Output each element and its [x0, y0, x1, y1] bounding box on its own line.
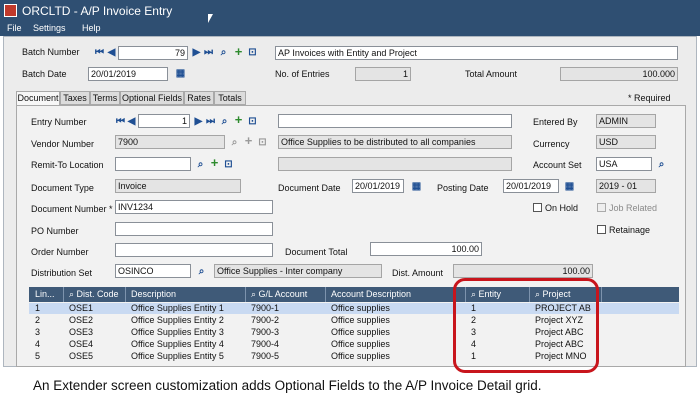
- on-hold-checkbox[interactable]: [533, 203, 542, 212]
- tab-rates[interactable]: Rates: [184, 91, 214, 105]
- on-hold-label: On Hold: [545, 203, 579, 213]
- vendor-number-label: Vendor Number: [31, 139, 95, 149]
- currency-label: Currency: [533, 139, 570, 149]
- search-icon[interactable]: ⌕: [218, 47, 229, 58]
- next-entry-icon[interactable]: ▶: [193, 116, 204, 127]
- document-type-label: Document Type: [31, 183, 94, 193]
- distribution-set-search-icon[interactable]: ⌕: [196, 266, 207, 277]
- previous-record-icon[interactable]: ◀: [106, 47, 117, 58]
- batch-number-field[interactable]: 79: [118, 46, 188, 60]
- column-account-description[interactable]: Account Description: [331, 289, 411, 299]
- batch-description-field[interactable]: AP Invoices with Entity and Project: [275, 46, 678, 60]
- last-record-icon[interactable]: ⏭: [203, 47, 214, 58]
- tab-taxes[interactable]: Taxes: [60, 91, 90, 105]
- previous-entry-icon[interactable]: ◀: [126, 116, 137, 127]
- column-description[interactable]: Description: [131, 289, 176, 299]
- menu-file[interactable]: File: [7, 23, 22, 33]
- batch-date-label: Batch Date: [22, 69, 67, 79]
- posting-date-field[interactable]: 20/01/2019: [503, 179, 559, 193]
- vendor-number-field: 7900: [115, 135, 225, 149]
- remit-to-label: Remit-To Location: [31, 160, 104, 170]
- entries-label: No. of Entries: [275, 69, 330, 79]
- vendor-description-field: Office Supplies to be distributed to all…: [278, 135, 512, 149]
- first-record-icon[interactable]: ⏮: [94, 47, 105, 58]
- job-related-checkbox: [597, 203, 606, 212]
- document-date-calendar-icon[interactable]: ▦: [411, 181, 422, 192]
- vendor-search-icon: ⌕: [231, 137, 238, 148]
- entry-number-field[interactable]: 1: [138, 114, 190, 128]
- tab-document[interactable]: Document: [16, 91, 60, 105]
- account-set-search-icon[interactable]: ⌕: [656, 159, 667, 170]
- remit-add-icon[interactable]: +: [209, 156, 220, 169]
- posting-date-label: Posting Date: [437, 183, 489, 193]
- mouse-cursor-icon: [208, 14, 213, 23]
- document-number-field[interactable]: INV1234: [115, 200, 273, 214]
- order-number-label: Order Number: [31, 247, 89, 257]
- optional-fields-highlight: [453, 278, 599, 373]
- account-set-field[interactable]: USA: [596, 157, 652, 171]
- distribution-set-description-field: Office Supplies - Inter company: [214, 264, 382, 278]
- first-entry-icon[interactable]: ⏮: [115, 116, 126, 127]
- tab-terms[interactable]: Terms: [90, 91, 120, 105]
- total-amount-label: Total Amount: [465, 69, 518, 79]
- column-gl-account[interactable]: ⌕ G/L Account: [251, 289, 307, 300]
- menu-help[interactable]: Help: [82, 23, 101, 33]
- document-date-label: Document Date: [278, 183, 341, 193]
- currency-field: USD: [596, 135, 656, 149]
- entry-description-field[interactable]: [278, 114, 512, 128]
- entered-by-field: ADMIN: [596, 114, 656, 128]
- entry-number-label: Entry Number: [31, 117, 87, 127]
- document-date-field[interactable]: 20/01/2019: [352, 179, 404, 193]
- tab-totals[interactable]: Totals: [214, 91, 246, 105]
- posting-date-calendar-icon[interactable]: ▦: [564, 181, 575, 192]
- tab-optional-fields[interactable]: Optional Fields: [120, 91, 184, 105]
- dist-amount-field: 100.00: [453, 264, 593, 278]
- job-related-label: Job Related: [609, 203, 658, 213]
- batch-date-field[interactable]: 20/01/2019: [88, 67, 168, 81]
- remit-zoom-icon[interactable]: ⊡: [223, 159, 234, 170]
- remit-search-icon[interactable]: ⌕: [195, 159, 206, 170]
- document-number-label: Document Number *: [31, 204, 113, 214]
- document-total-label: Document Total: [285, 247, 348, 257]
- entry-save-icon[interactable]: ⊡: [247, 116, 258, 127]
- add-icon[interactable]: +: [233, 45, 244, 58]
- figure-caption: An Extender screen customization adds Op…: [33, 378, 542, 393]
- vendor-zoom-icon: ⊡: [258, 137, 267, 148]
- fiscal-period-field: 2019 - 01: [596, 179, 656, 193]
- total-amount-field: 100.000: [560, 67, 678, 81]
- last-entry-icon[interactable]: ⏭: [205, 116, 216, 127]
- app-icon: [4, 4, 17, 17]
- document-type-field: Invoice: [115, 179, 241, 193]
- required-note: * Required: [628, 93, 671, 103]
- po-number-label: PO Number: [31, 226, 79, 236]
- po-number-field[interactable]: [115, 222, 273, 236]
- column-line[interactable]: Lin...: [35, 289, 55, 299]
- vendor-add-icon: +: [244, 133, 253, 148]
- menu-bar: File Settings Help: [0, 22, 700, 36]
- distribution-set-label: Distribution Set: [31, 268, 93, 278]
- save-icon[interactable]: ⊡: [247, 47, 258, 58]
- batch-number-label: Batch Number: [22, 47, 80, 57]
- menu-settings[interactable]: Settings: [33, 23, 66, 33]
- account-set-label: Account Set: [533, 160, 582, 170]
- title-bar: ORCLTD - A/P Invoice Entry: [0, 0, 700, 22]
- document-total-field[interactable]: 100.00: [370, 242, 482, 256]
- retainage-label: Retainage: [609, 225, 651, 235]
- order-number-field[interactable]: [115, 243, 273, 257]
- remit-to-description-field: [278, 157, 512, 171]
- window-title: ORCLTD - A/P Invoice Entry: [22, 4, 173, 18]
- distribution-set-field[interactable]: OSINCO: [115, 264, 191, 278]
- entry-add-icon[interactable]: +: [233, 113, 244, 126]
- entered-by-label: Entered By: [533, 117, 578, 127]
- retainage-checkbox[interactable]: [597, 225, 606, 234]
- dist-amount-label: Dist. Amount: [392, 268, 444, 278]
- next-record-icon[interactable]: ▶: [191, 47, 202, 58]
- column-dist-code[interactable]: ⌕ Dist. Code: [69, 289, 119, 300]
- entries-field: 1: [355, 67, 411, 81]
- entry-search-icon[interactable]: ⌕: [219, 116, 230, 127]
- calendar-icon[interactable]: ▦: [175, 68, 186, 79]
- remit-to-field[interactable]: [115, 157, 191, 171]
